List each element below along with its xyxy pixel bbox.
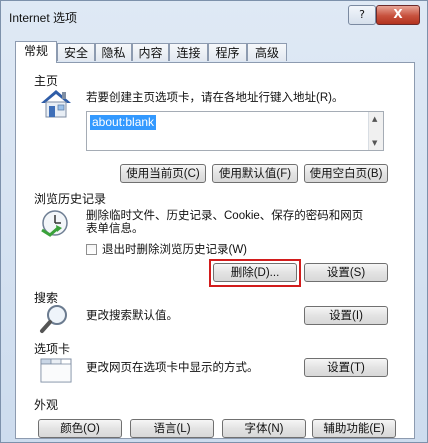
magnifier-icon bbox=[40, 305, 67, 333]
history-section-label: 浏览历史记录 bbox=[34, 192, 107, 206]
tab-security[interactable]: 安全 bbox=[57, 43, 95, 61]
appearance-section-label: 外观 bbox=[34, 398, 59, 412]
tabs-settings-button[interactable]: 设置(T) bbox=[304, 358, 388, 377]
delete-on-exit-checkbox[interactable] bbox=[86, 244, 97, 255]
tab-programs[interactable]: 程序 bbox=[208, 43, 247, 61]
fonts-button[interactable]: 字体(N) bbox=[222, 419, 306, 438]
delete-history-button[interactable]: 删除(D)... bbox=[213, 263, 297, 282]
home-address-value: about:blank bbox=[90, 115, 157, 130]
history-settings-button[interactable]: 设置(S) bbox=[304, 263, 388, 282]
search-description: 更改搜索默认值。 bbox=[86, 310, 178, 322]
use-blank-button[interactable]: 使用空白页(B) bbox=[304, 164, 388, 183]
accessibility-button[interactable]: 辅助功能(E) bbox=[312, 419, 396, 438]
tab-advanced[interactable]: 高级 bbox=[247, 43, 287, 61]
use-current-button[interactable]: 使用当前页(C) bbox=[120, 164, 206, 183]
history-description-line2: 表单信息。 bbox=[86, 223, 144, 235]
close-button[interactable]: X bbox=[376, 5, 420, 25]
tabs-description: 更改网页在选项卡中显示的方式。 bbox=[86, 362, 259, 374]
scroll-down-icon[interactable]: ▼ bbox=[372, 139, 377, 147]
window-title: Internet 选项 bbox=[9, 11, 78, 25]
internet-options-dialog: Internet 选项 ? X 常规 安全 隐私 内容 连接 程序 高级 主页 … bbox=[0, 0, 428, 443]
tabbed-window-icon bbox=[40, 358, 72, 383]
use-default-button[interactable]: 使用默认值(F) bbox=[212, 164, 298, 183]
search-settings-button[interactable]: 设置(I) bbox=[304, 306, 388, 325]
tab-content[interactable]: 内容 bbox=[132, 43, 169, 61]
delete-on-exit-label[interactable]: 退出时删除浏览历史记录(W) bbox=[102, 243, 247, 257]
general-tab-panel: 主页 若要创建主页选项卡，请在各地址行键入地址(R)。 about:blank … bbox=[15, 62, 415, 439]
help-button[interactable]: ? bbox=[348, 5, 376, 25]
home-address-field[interactable]: about:blank ▲ ▼ bbox=[86, 111, 384, 151]
address-scrollbar[interactable]: ▲ ▼ bbox=[368, 112, 383, 150]
title-bar: Internet 选项 ? X bbox=[1, 1, 427, 31]
house-icon bbox=[41, 90, 71, 118]
languages-button[interactable]: 语言(L) bbox=[130, 419, 214, 438]
history-description-line1: 删除临时文件、历史记录、Cookie、保存的密码和网页 bbox=[86, 210, 364, 222]
tab-connections[interactable]: 连接 bbox=[169, 43, 208, 61]
tab-privacy[interactable]: 隐私 bbox=[95, 43, 132, 61]
history-clock-icon bbox=[41, 210, 68, 237]
scroll-up-icon[interactable]: ▲ bbox=[372, 115, 377, 123]
colors-button[interactable]: 颜色(O) bbox=[38, 419, 122, 438]
home-description: 若要创建主页选项卡，请在各地址行键入地址(R)。 bbox=[86, 92, 344, 104]
tab-general[interactable]: 常规 bbox=[15, 41, 57, 63]
